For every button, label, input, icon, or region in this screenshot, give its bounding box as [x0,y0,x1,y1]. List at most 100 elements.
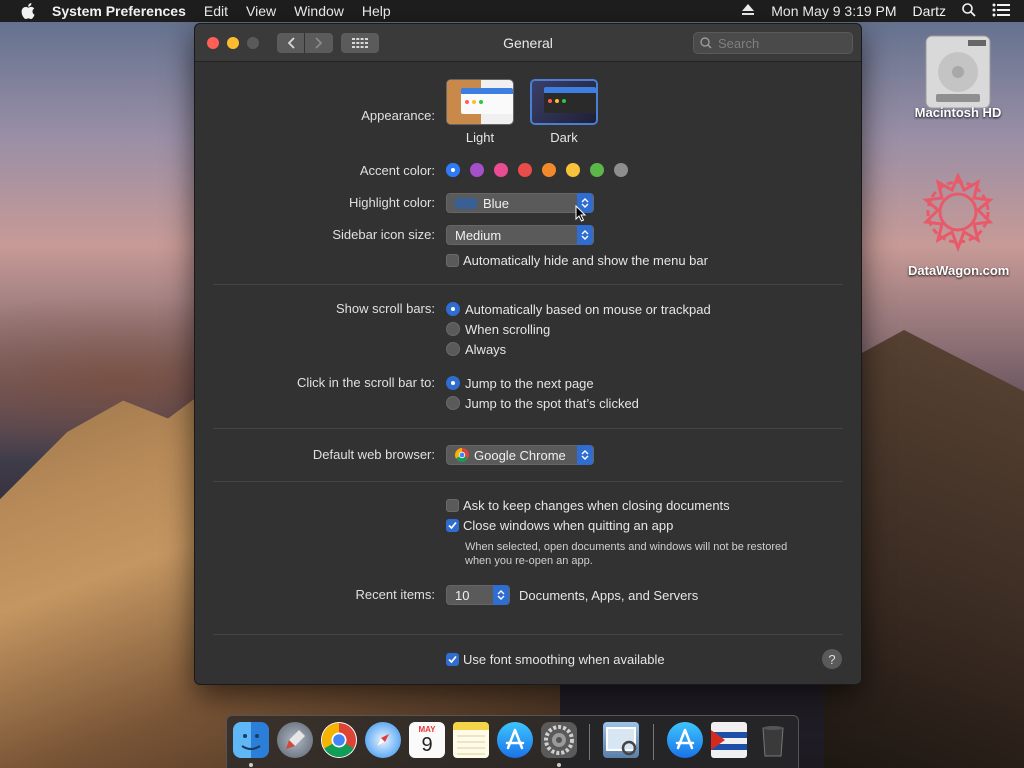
system-preferences-icon[interactable] [541,722,577,758]
font-smoothing-checkbox[interactable] [446,653,459,666]
running-indicator [249,763,253,767]
help-button[interactable]: ? [822,649,842,669]
running-indicator [557,763,561,767]
menu-user[interactable]: Dartz [913,3,946,19]
accent-color-swatch[interactable] [614,163,628,177]
scroll-bars-automatic-radio[interactable] [446,302,460,316]
click-scroll-spot-label: Jump to the spot that’s clicked [465,396,639,411]
app-store-folder-icon[interactable] [667,722,703,758]
accent-color-swatch[interactable] [518,163,532,177]
accent-color-label: Accent color: [359,163,435,178]
search-input[interactable] [718,35,838,51]
menu-clock[interactable]: Mon May 9 3:19 PM [771,3,896,19]
preview-icon[interactable] [603,722,639,758]
chrome-dock-icon[interactable] [321,722,357,758]
menu-window[interactable]: Window [294,3,344,19]
safari-icon[interactable] [365,722,401,758]
menu-app-name[interactable]: System Preferences [52,3,186,19]
section-divider [213,284,843,285]
accent-color-swatch[interactable] [446,163,460,177]
grid-icon [352,37,368,48]
minimize-window-button[interactable] [227,36,239,49]
zoom-window-button[interactable] [247,36,259,49]
show-scroll-bars-label: Show scroll bars: [336,301,435,316]
default-browser-value: Google Chrome [474,447,566,463]
apple-menu-icon[interactable] [18,0,38,22]
click-scroll-next-page-label: Jump to the next page [465,376,594,391]
app-store-icon[interactable] [497,722,533,758]
desktop-icon-datawagon[interactable]: DataWagon.com [908,170,1010,278]
scroll-bars-always-radio[interactable] [446,342,460,356]
ask-keep-changes-checkbox[interactable] [446,499,459,512]
dock-separator [589,724,590,760]
accent-color-swatch[interactable] [566,163,580,177]
updown-arrows-icon [577,225,593,245]
show-all-button[interactable] [341,32,379,53]
appearance-dark-label: Dark [550,130,578,145]
default-browser-select[interactable]: Google Chrome [446,445,594,465]
appearance-dark-option[interactable] [530,79,598,125]
accent-color-swatch[interactable] [542,163,556,177]
dock: MAY 9 [226,715,799,768]
section-divider [213,481,843,482]
default-browser-label: Default web browser: [312,447,435,462]
dock-separator [653,724,654,760]
chevron-left-icon [287,36,295,49]
recent-items-select[interactable]: 10 [446,585,510,605]
chevron-right-icon [315,36,323,49]
scroll-bars-when-scrolling-radio[interactable] [446,322,460,336]
auto-hide-menu-bar-checkbox[interactable] [446,254,459,267]
mouse-pointer-icon [575,205,587,222]
click-scroll-spot-radio[interactable] [446,396,460,410]
highlight-color-swatch [455,197,477,209]
checkmark-icon [448,655,457,664]
launchpad-icon[interactable] [277,722,313,758]
close-window-button[interactable] [207,36,219,49]
scroll-bars-always-label: Always [465,342,507,357]
appearance-light-option[interactable] [446,79,514,125]
chrome-icon [455,448,469,462]
back-button[interactable] [277,32,305,53]
finder-icon[interactable] [233,722,269,758]
documents-stack-icon[interactable] [711,722,747,758]
sidebar-icon-size-value: Medium [455,227,502,243]
sidebar-icon-size-select[interactable]: Medium [446,225,594,245]
search-icon [700,37,712,49]
accent-color-swatch[interactable] [470,163,484,177]
datawagon-logo-icon [922,172,994,253]
menu-edit[interactable]: Edit [204,3,228,19]
eject-icon[interactable] [741,3,755,19]
click-scroll-next-page-radio[interactable] [446,376,460,390]
appearance-label: Appearance: [361,108,435,123]
notes-icon[interactable] [453,722,489,758]
system-preferences-window: General Appearance: Light Dark Accent co… [194,23,862,685]
close-windows-checkbox[interactable] [446,519,459,532]
menu-view[interactable]: View [246,3,276,19]
accent-color-swatch[interactable] [590,163,604,177]
hard-drive-icon [925,35,991,109]
recent-items-suffix: Documents, Apps, and Servers [519,588,699,603]
notification-center-icon[interactable] [992,3,1010,20]
updown-arrows-icon [577,445,593,465]
highlight-color-select[interactable]: Blue [446,193,594,213]
spotlight-search-icon[interactable] [962,2,976,20]
click-scroll-bar-label: Click in the scroll bar to: [297,375,435,390]
highlight-color-value: Blue [483,195,510,211]
ask-keep-changes-label: Ask to keep changes when closing documen… [463,498,730,513]
calendar-icon[interactable]: MAY 9 [409,722,445,758]
updown-arrows-icon [493,585,509,605]
desktop-icon-label: Macintosh HD [914,105,1002,120]
close-windows-note-line1: When selected, open documents and window… [465,541,788,553]
desktop-icon-macintosh-hd[interactable]: Macintosh HD [908,32,1008,120]
search-field[interactable] [693,32,853,54]
menu-help[interactable]: Help [362,3,391,19]
section-divider [213,634,843,635]
trash-icon[interactable] [755,722,791,758]
window-titlebar: General [195,24,861,62]
sidebar-icon-size-label: Sidebar icon size: [332,227,435,242]
accent-color-swatch[interactable] [494,163,508,177]
recent-items-label: Recent items: [355,587,435,602]
desktop-icon-label: DataWagon.com [908,263,1010,278]
auto-hide-menu-bar-label: Automatically hide and show the menu bar [463,253,708,268]
forward-button[interactable] [305,32,333,53]
